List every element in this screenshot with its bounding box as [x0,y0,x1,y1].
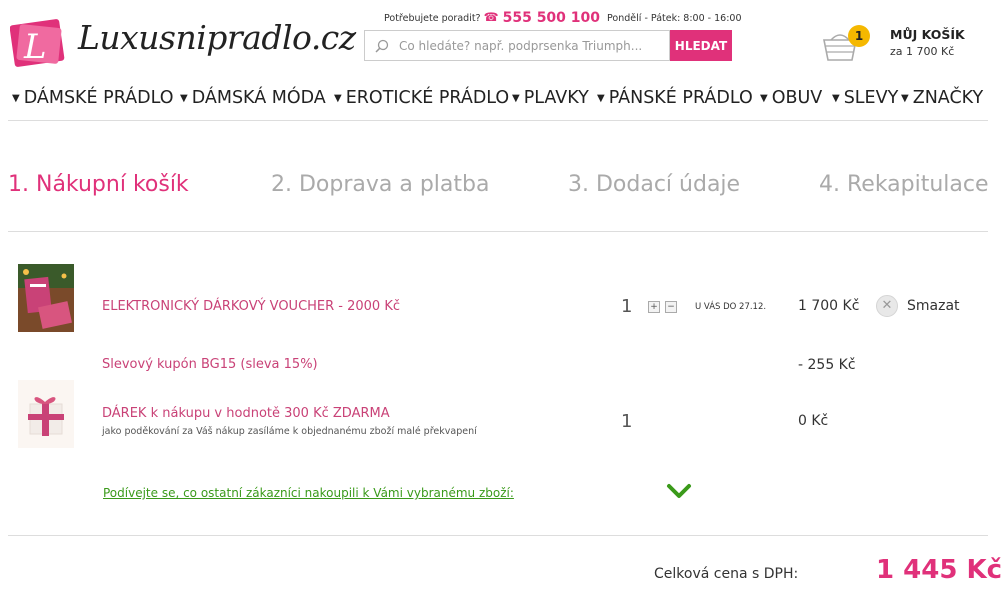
caret-down-icon: ▼ [180,92,188,104]
nav-item-label: DÁMSKÉ PRÁDLO [23,88,174,108]
help-line: Potřebujete poradit? ☎ 555 500 100 Ponděl… [384,10,742,26]
voucher-thumbnail[interactable] [18,264,74,332]
product-name-voucher[interactable]: ELEKTRONICKÝ DÁRKOVÝ VOUCHER - 2000 Kč [102,299,400,314]
gift-note: jako poděkování za Váš nákup zasíláme k … [102,426,477,437]
phone-icon: ☎ [483,10,499,24]
coupon-name: Slevový kupón BG15 (sleva 15%) [102,357,318,372]
caret-down-icon: ▼ [901,92,909,104]
step-delivery[interactable]: 3. Dodací údaje [568,172,740,197]
search-button[interactable]: HLEDAT [670,30,732,61]
nav-item-label: PÁNSKÉ PRÁDLO [608,88,753,108]
caret-down-icon: ▼ [334,92,342,104]
price-coupon: - 255 Kč [798,357,856,373]
help-hours: Pondělí - Pátek: 8:00 - 16:00 [607,13,742,24]
total-value: 1 445 Kč [876,555,1002,585]
caret-down-icon: ▼ [597,92,605,104]
caret-down-icon: ▼ [512,92,520,104]
cart-title: MŮJ KOŠÍK [890,27,965,42]
search-icon [375,39,389,53]
brand-name: Luxusnipradlo.cz [78,18,356,57]
others-bought-link[interactable]: Podívejte se, co ostatní zákazníci nakou… [103,486,514,500]
step-summary[interactable]: 4. Rekapitulace [819,172,989,197]
nav-item-plavky[interactable]: ▼ PLAVKY [512,88,589,108]
cart-sum: za 1 700 Kč [890,45,955,58]
step-shipping[interactable]: 2. Doprava a platba [271,172,489,197]
nav-item-znacky[interactable]: ▼ ZNAČKY [901,88,983,108]
nav-item-label: DÁMSKÁ MÓDA [191,88,326,108]
caret-down-icon: ▼ [760,92,768,104]
step-cart: 1. Nákupní košík [8,172,189,197]
logo-mark-icon: L [10,19,65,67]
availability-voucher: U VÁS DO 27.12. [695,302,767,312]
caret-down-icon: ▼ [832,92,840,104]
gift-name: DÁREK k nákupu v hodnotě 300 Kč ZDARMA [102,406,390,421]
main-nav: ▼ DÁMSKÉ PRÁDLO ▼ DÁMSKÁ MÓDA ▼ EROTICKÉ PR… [12,88,992,112]
quantity-voucher[interactable]: 1 [621,296,632,317]
nav-item-label: PLAVKY [523,88,589,108]
gift-thumbnail [18,380,74,448]
price-gift: 0 Kč [798,413,829,429]
search-box [364,30,670,61]
nav-item-damska-moda[interactable]: ▼ DÁMSKÁ MÓDA [180,88,326,108]
total-label: Celková cena s DPH: [654,566,799,582]
help-label: Potřebujete poradit? [384,13,481,24]
nav-item-panske-pradlo[interactable]: ▼ PÁNSKÉ PRÁDLO [597,88,753,108]
steps-divider [8,231,988,232]
help-phone[interactable]: 555 500 100 [503,10,600,26]
delete-button[interactable]: Smazat [907,298,960,314]
site-logo[interactable]: L Luxusnipradlo.cz [10,12,356,72]
nav-divider [8,120,988,121]
nav-item-label: OBUV [771,88,823,108]
chevron-down-icon[interactable] [666,483,692,499]
search-input[interactable] [399,31,667,60]
quantity-gift: 1 [621,411,633,432]
caret-down-icon: ▼ [12,92,20,104]
close-icon[interactable]: ✕ [876,295,898,317]
quantity-decrease-button[interactable]: − [665,301,677,313]
nav-item-obuv[interactable]: ▼ OBUV [760,88,822,108]
total-divider [8,535,988,536]
nav-item-label: ZNAČKY [912,88,984,108]
quantity-increase-button[interactable]: + [648,301,660,313]
mini-cart[interactable]: 1 MŮJ KOŠÍK za 1 700 Kč [822,24,997,66]
nav-item-damske-pradlo[interactable]: ▼ DÁMSKÉ PRÁDLO [12,88,174,108]
nav-item-slevy[interactable]: ▼ SLEVY [832,88,898,108]
cart-count-badge: 1 [848,25,870,47]
nav-item-eroticke-pradlo[interactable]: ▼ EROTICKÉ PRÁDLO [334,88,509,108]
nav-item-label: EROTICKÉ PRÁDLO [345,88,510,108]
price-voucher: 1 700 Kč [798,298,860,314]
nav-item-label: SLEVY [843,88,899,108]
svg-text:L: L [23,27,47,67]
